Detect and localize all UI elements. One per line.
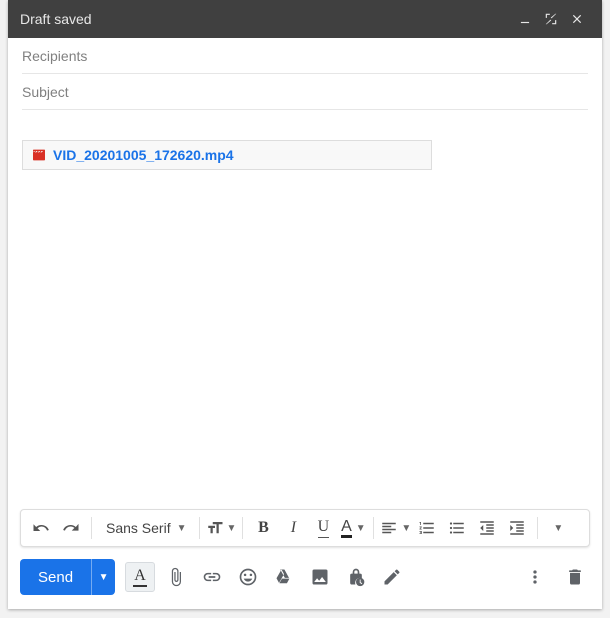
send-group: Send ▼ [20,559,115,595]
formatting-toggle-button[interactable]: A [125,562,155,592]
separator [91,517,92,539]
chevron-down-icon: ▼ [401,523,411,534]
insert-emoji-button[interactable] [233,562,263,592]
header-fields: Recipients Subject [8,38,602,110]
text-format-icon: A [133,567,147,587]
bulleted-list-icon [448,519,466,537]
send-options-button[interactable]: ▼ [91,559,115,595]
pen-icon [382,567,402,587]
minimize-icon [518,12,532,26]
window-title: Draft saved [20,11,512,27]
insert-link-button[interactable] [197,562,227,592]
compose-window: Draft saved Recipients Subject VID_20201… [8,0,602,609]
underline-button[interactable]: U [309,514,337,542]
chevron-down-icon: ▼ [227,523,237,534]
separator [242,517,243,539]
more-formatting-button[interactable]: ▼ [544,514,572,542]
insert-photo-button[interactable] [305,562,335,592]
font-size-button[interactable]: ▼ [206,514,237,542]
recipients-field[interactable]: Recipients [22,38,588,74]
indent-decrease-icon [478,519,496,537]
indent-increase-icon [508,519,526,537]
separator [373,517,374,539]
confidential-mode-button[interactable] [341,562,371,592]
more-options-button[interactable] [520,562,550,592]
drive-icon [274,567,294,587]
numbered-list-button[interactable] [413,514,441,542]
link-icon [202,567,222,587]
font-name: Sans Serif [106,520,171,536]
send-button[interactable]: Send [20,559,91,595]
image-icon [310,567,330,587]
paperclip-icon [166,567,186,587]
attach-file-button[interactable] [161,562,191,592]
fullscreen-button[interactable] [538,6,564,32]
trash-icon [565,567,585,587]
font-family-select[interactable]: Sans Serif ▼ [98,514,193,542]
titlebar: Draft saved [8,0,602,38]
action-icons: A [125,562,407,592]
discard-draft-button[interactable] [560,562,590,592]
align-button[interactable]: ▼ [380,514,411,542]
redo-icon [62,519,80,537]
numbered-list-icon [418,519,436,537]
close-button[interactable] [564,6,590,32]
chevron-down-icon: ▼ [553,523,563,534]
minimize-button[interactable] [512,6,538,32]
close-icon [570,12,584,26]
video-file-icon [31,147,47,163]
chevron-down-icon: ▼ [177,523,187,534]
undo-icon [32,519,50,537]
attachment-chip[interactable]: VID_20201005_172620.mp4 [22,140,432,170]
indent-less-button[interactable] [473,514,501,542]
bottom-toolbar: Send ▼ A [8,559,602,609]
message-body[interactable]: VID_20201005_172620.mp4 [8,110,602,509]
emoji-icon [238,567,258,587]
lock-clock-icon [346,567,366,587]
expand-icon [544,12,558,26]
attachment-filename: VID_20201005_172620.mp4 [53,147,234,163]
undo-button[interactable] [27,514,55,542]
font-size-icon [206,519,224,537]
separator [199,517,200,539]
separator [537,517,538,539]
bold-button[interactable]: B [249,514,277,542]
bulleted-list-button[interactable] [443,514,471,542]
align-left-icon [380,519,398,537]
format-toolbar: Sans Serif ▼ ▼ B I U A ▼ ▼ ▼ [20,509,590,547]
italic-button[interactable]: I [279,514,307,542]
indent-more-button[interactable] [503,514,531,542]
subject-field[interactable]: Subject [22,74,588,110]
text-color-button[interactable]: A ▼ [339,514,367,542]
chevron-down-icon: ▼ [356,523,366,534]
insert-signature-button[interactable] [377,562,407,592]
redo-button[interactable] [57,514,85,542]
insert-drive-button[interactable] [269,562,299,592]
more-vert-icon [525,567,545,587]
